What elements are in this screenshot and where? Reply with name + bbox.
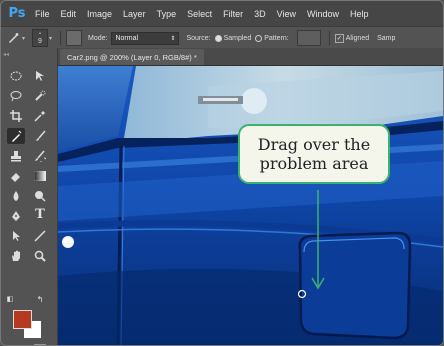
radio-off-icon xyxy=(255,34,263,42)
photoshop-logo-icon: Ps xyxy=(8,6,26,21)
toolbar-divider xyxy=(5,270,53,276)
mode-label: Mode: xyxy=(88,34,108,42)
mode-value: Normal xyxy=(115,34,139,42)
callout-text: Drag over the problem area xyxy=(258,135,370,173)
chevron-down-icon: ⇕ xyxy=(170,35,176,42)
menu-window[interactable]: Window xyxy=(307,9,339,19)
options-bar: ▾ • 9 ▾ Mode: Normal ⇕ Source: Sampled P… xyxy=(1,26,443,50)
quick-mask-icon[interactable] xyxy=(7,342,25,345)
swap-colors-icon[interactable]: ↰ xyxy=(35,294,45,304)
brush-size-value: 9 xyxy=(38,38,42,45)
quick-selection-tool-icon[interactable] xyxy=(31,88,49,104)
menu-view[interactable]: View xyxy=(277,9,296,19)
aligned-checkbox[interactable]: ✓ xyxy=(334,33,344,43)
menu-3d[interactable]: 3D xyxy=(254,9,266,19)
menu-type[interactable]: Type xyxy=(157,9,177,19)
marquee-tool-icon[interactable] xyxy=(7,68,25,84)
brush-tool-icon[interactable] xyxy=(31,128,49,144)
panel-collapse-icon[interactable]: ◂◂ xyxy=(3,50,55,58)
mode-select[interactable]: Normal ⇕ xyxy=(111,31,180,45)
toggle-clone-source-panel-button[interactable] xyxy=(66,30,82,46)
source-pattern-radio[interactable]: Pattern: xyxy=(255,34,289,42)
pen-tool-icon[interactable] xyxy=(7,208,25,224)
move-tool-icon[interactable] xyxy=(31,68,49,84)
radio-on-icon xyxy=(214,34,222,42)
source-label: Source: xyxy=(186,34,211,42)
type-tool-icon[interactable]: T xyxy=(31,206,49,222)
document-tab-bar: Car2.png @ 200% (Layer 0, RGB/8#) * xyxy=(58,48,443,66)
car-photo xyxy=(58,66,443,345)
callout-line-2: problem area xyxy=(259,154,369,173)
menu-help[interactable]: Help xyxy=(350,9,369,19)
crop-tool-icon[interactable] xyxy=(7,108,25,124)
menu-file[interactable]: File xyxy=(35,9,50,19)
eyedropper-tool-icon[interactable] xyxy=(31,108,49,124)
pattern-picker[interactable] xyxy=(296,30,321,46)
brush-size-dropdown-icon[interactable]: ▾ xyxy=(49,35,55,42)
foreground-color-swatch[interactable] xyxy=(13,310,32,329)
document-tab[interactable]: Car2.png @ 200% (Layer 0, RGB/8#) * xyxy=(60,49,204,65)
zoom-tool-icon[interactable] xyxy=(31,248,49,264)
photoshop-window: Ps File Edit Image Layer Type Select Fil… xyxy=(0,0,444,346)
menu-layer[interactable]: Layer xyxy=(123,9,146,19)
source-sampled-label: Sampled xyxy=(223,34,252,42)
callout-line-1: Drag over the xyxy=(257,135,371,154)
separator xyxy=(60,31,61,45)
gradient-tool-icon[interactable] xyxy=(31,168,49,184)
dodge-tool-icon[interactable] xyxy=(31,188,49,204)
source-sampled-radio[interactable]: Sampled xyxy=(214,34,252,42)
eraser-tool-icon[interactable] xyxy=(7,168,25,184)
spot-healing-brush-tool-icon[interactable] xyxy=(7,128,25,144)
history-brush-tool-icon[interactable] xyxy=(31,148,49,164)
image-canvas[interactable]: Drag over the problem area xyxy=(58,66,443,345)
brush-dot-icon: • xyxy=(39,31,41,37)
tools-panel: ◂◂ T ◧ ↰ xyxy=(1,48,58,345)
screen-mode-icon[interactable] xyxy=(31,342,49,345)
hand-tool-icon[interactable] xyxy=(7,248,25,264)
source-pattern-label: Pattern: xyxy=(264,34,289,42)
sample-label: Samp xyxy=(377,34,396,42)
aligned-label: Aligned xyxy=(345,34,370,42)
blur-tool-icon[interactable] xyxy=(7,188,25,204)
instruction-callout: Drag over the problem area xyxy=(238,124,390,184)
menu-filter[interactable]: Filter xyxy=(223,9,243,19)
path-selection-tool-icon[interactable] xyxy=(7,228,25,244)
healing-brush-preset-icon[interactable] xyxy=(5,32,21,44)
clone-stamp-tool-icon[interactable] xyxy=(7,148,25,164)
brush-size-picker[interactable]: • 9 xyxy=(32,29,48,47)
menu-bar: Ps File Edit Image Layer Type Select Fil… xyxy=(1,1,443,26)
separator xyxy=(328,31,330,45)
menu-select[interactable]: Select xyxy=(187,9,212,19)
menu-edit[interactable]: Edit xyxy=(61,9,77,19)
lasso-tool-icon[interactable] xyxy=(7,88,25,104)
document-tab-title: Car2.png @ 200% (Layer 0, RGB/8#) * xyxy=(67,52,197,62)
default-colors-icon[interactable]: ◧ xyxy=(5,294,15,304)
menu-image[interactable]: Image xyxy=(87,9,112,19)
line-tool-icon[interactable] xyxy=(31,228,49,244)
preset-dropdown-icon[interactable]: ▾ xyxy=(22,35,28,42)
